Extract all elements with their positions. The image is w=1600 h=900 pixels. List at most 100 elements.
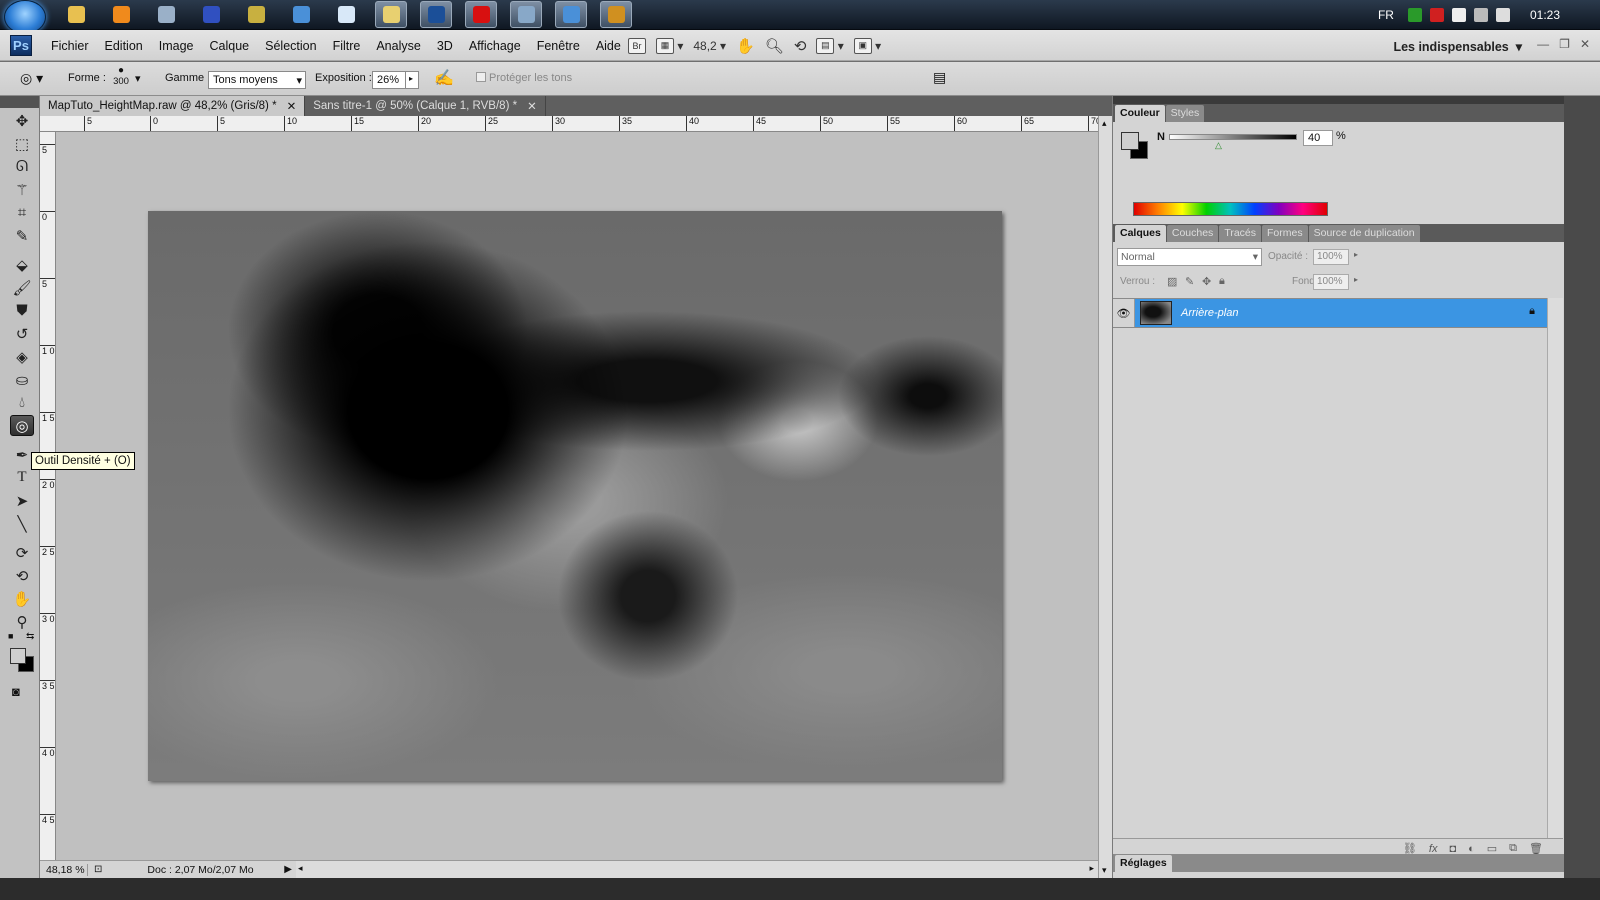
blur-tool-icon[interactable]: 💧︎ [10, 392, 34, 413]
tab-sans-titre[interactable]: Sans titre-1 @ 50% (Calque 1, RVB/8) * ✕ [305, 96, 546, 116]
fill-slider-arrow[interactable]: ▸ [1354, 275, 1358, 284]
language-indicator[interactable]: FR [1378, 8, 1394, 22]
airbrush-icon[interactable]: ✍ [434, 68, 454, 88]
scroll-left-icon[interactable]: ◂ [298, 863, 303, 874]
taskbar-app-button[interactable] [195, 1, 227, 28]
lock-transparency-icon[interactable]: ▨ [1167, 275, 1177, 288]
restore-button[interactable]: ❐ [1559, 37, 1570, 51]
gamme-select[interactable]: Tons moyens ▾ [208, 71, 306, 89]
protect-tones-checkbox[interactable]: Protéger les tons [476, 72, 572, 84]
clone-stamp-tool-icon[interactable]: ⛊ [10, 300, 34, 321]
taskbar-app-button[interactable] [420, 1, 452, 28]
brush-picker[interactable]: ● 300 [112, 65, 130, 87]
hand-tool-icon[interactable]: ✋ [10, 588, 34, 609]
bridge-button[interactable]: Br [628, 35, 646, 56]
menu-analyse[interactable]: Analyse [368, 39, 428, 53]
menu-selection[interactable]: Sélection [257, 39, 324, 53]
arrange-documents-button[interactable]: ▤ ▾ [816, 35, 844, 56]
layer-style-icon[interactable]: fx [1429, 843, 1438, 855]
taskbar-app-button[interactable] [555, 1, 587, 28]
palette-well-icon[interactable]: ▤ [933, 69, 946, 86]
gray-slider-track[interactable] [1169, 134, 1297, 140]
tab-couches[interactable]: Couches [1166, 225, 1219, 242]
tab-styles[interactable]: Styles [1165, 105, 1205, 122]
magic-wand-tool-icon[interactable]: ⚚ [10, 179, 34, 200]
healing-brush-tool-icon[interactable]: ⬙ [10, 254, 34, 275]
minimize-button[interactable]: — [1537, 37, 1549, 51]
menu-fenetre[interactable]: Fenêtre [529, 39, 588, 53]
taskbar-app-button[interactable] [105, 1, 137, 28]
volume-tray-icon[interactable] [1495, 8, 1510, 22]
type-tool-icon[interactable]: T [10, 467, 34, 488]
swap-colors-icon[interactable]: ⇆ [26, 631, 34, 642]
lock-position-icon[interactable]: ✥ [1202, 275, 1211, 288]
network-tray-icon[interactable] [1407, 8, 1422, 22]
tab-traces[interactable]: Tracés [1219, 225, 1262, 242]
close-button[interactable]: ✕ [1580, 37, 1590, 51]
lock-pixels-icon[interactable]: ✎ [1185, 275, 1194, 288]
lock-all-icon[interactable]: 🔒︎ [1219, 275, 1225, 288]
taskbar-app-button[interactable] [285, 1, 317, 28]
crop-tool-icon[interactable]: ⌗ [10, 202, 34, 223]
3d-rotate-tool-icon[interactable]: ⟳ [10, 542, 34, 563]
taskbar-app-button[interactable] [60, 1, 92, 28]
menu-affichage[interactable]: Affichage [461, 39, 529, 53]
menu-edition[interactable]: Edition [97, 39, 151, 53]
taskbar-app-button[interactable] [510, 1, 542, 28]
battery-tray-icon[interactable] [1451, 8, 1466, 22]
layer-row-arriere-plan[interactable]: 👁︎ Arrière-plan 🔒︎ [1113, 298, 1547, 328]
scroll-down-icon[interactable]: ▾ [1102, 865, 1107, 876]
tab-calques[interactable]: Calques [1115, 225, 1166, 242]
marquee-tool-icon[interactable]: ⬚ [10, 133, 34, 154]
foreground-color-swatch[interactable] [10, 648, 26, 664]
screen-mode-button[interactable]: ▣ ▾ [853, 35, 881, 56]
zoom-tool-button[interactable]: 🔍︎ [765, 35, 784, 56]
fill-input[interactable]: 100% [1313, 274, 1349, 290]
path-selection-tool-icon[interactable]: ➤ [10, 490, 34, 511]
menu-calque[interactable]: Calque [202, 39, 258, 53]
status-menu-arrow[interactable]: ▶ [284, 864, 292, 875]
toolbox-grip[interactable] [0, 96, 39, 108]
taskbar-app-button[interactable] [330, 1, 362, 28]
exposition-slider-button[interactable]: ▸ [405, 71, 419, 89]
start-button[interactable] [4, 0, 46, 34]
menu-filtre[interactable]: Filtre [325, 39, 369, 53]
opacity-input[interactable]: 100% [1313, 249, 1349, 265]
close-icon[interactable]: ✕ [287, 99, 297, 113]
tab-couleur[interactable]: Couleur [1115, 105, 1165, 122]
scroll-up-icon[interactable]: ▴ [1102, 118, 1107, 129]
menu-3d[interactable]: 3D [429, 39, 461, 53]
taskbar-app-button[interactable] [150, 1, 182, 28]
taskbar-app-button[interactable] [600, 1, 632, 28]
move-tool-icon[interactable]: ✥ [10, 110, 34, 131]
hand-tool-button[interactable]: ✋ [736, 35, 755, 56]
slider-handle-icon[interactable]: △ [1215, 140, 1222, 151]
clock[interactable]: 01:23 [1530, 8, 1560, 22]
adjustment-layer-icon[interactable]: ◐ [1468, 843, 1475, 855]
vertical-ruler[interactable]: 5 0 5 1 0 1 5 2 0 2 5 3 0 3 5 4 0 4 5 [40, 132, 56, 860]
quick-mask-icon[interactable]: ◙ [12, 684, 20, 699]
tab-formes[interactable]: Formes [1262, 225, 1308, 242]
close-icon[interactable]: ✕ [527, 99, 537, 113]
tab-source-duplication[interactable]: Source de duplication [1308, 225, 1420, 242]
eye-visibility-icon[interactable]: 👁︎ [1113, 299, 1135, 327]
horizontal-ruler[interactable]: 5 0 5 10 15 20 25 30 35 40 45 50 55 60 6… [40, 116, 1098, 132]
brush-dropdown-arrow[interactable]: ▾ [135, 72, 141, 85]
lasso-tool-icon[interactable]: ᘏ [10, 156, 34, 177]
taskbar-app-button[interactable] [375, 1, 407, 28]
layer-mask-icon[interactable]: ◘ [1449, 843, 1456, 855]
paint-bucket-tool-icon[interactable]: ⛀ [10, 369, 34, 390]
color-ramp[interactable] [1133, 202, 1328, 216]
horizontal-scrollbar[interactable]: ◂ ▸ [296, 860, 1098, 878]
canvas-area[interactable] [56, 132, 1098, 860]
scroll-right-icon[interactable]: ▸ [1089, 863, 1094, 874]
layers-scrollbar[interactable] [1547, 298, 1563, 838]
history-brush-tool-icon[interactable]: ↺ [10, 323, 34, 344]
tool-preset-picker[interactable]: ◎ ▾ [20, 70, 43, 87]
signal-tray-icon[interactable] [1473, 8, 1488, 22]
menu-aide[interactable]: Aide [588, 39, 629, 53]
taskbar-app-button[interactable] [465, 1, 497, 28]
eyedropper-tool-icon[interactable]: ✎ [10, 225, 34, 246]
panel-fg-swatch[interactable] [1121, 132, 1139, 150]
dock-grip[interactable] [1113, 96, 1564, 104]
